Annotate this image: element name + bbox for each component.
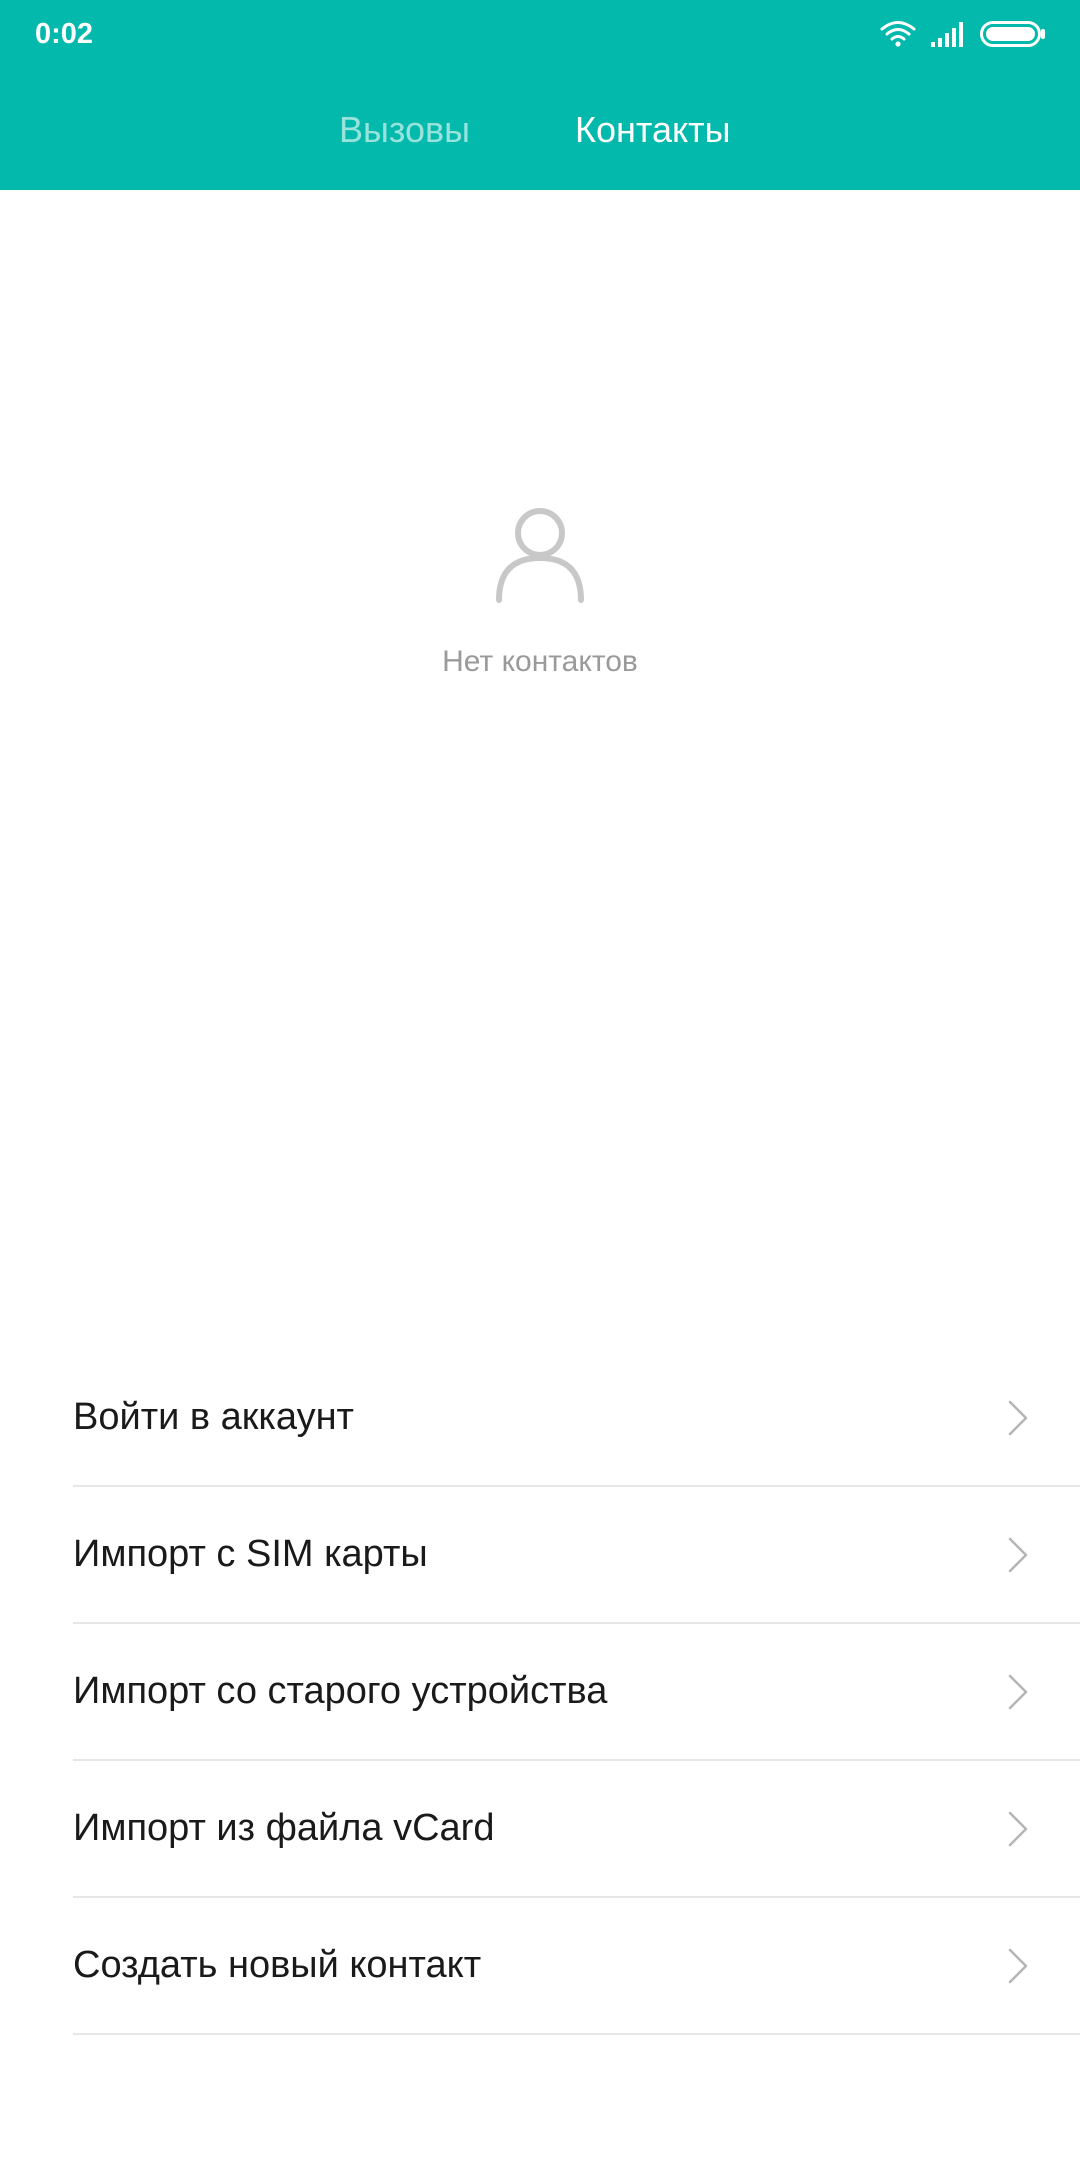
status-time: 0:02 [35, 18, 94, 50]
chevron-right-icon [1008, 1948, 1028, 1983]
battery-icon [980, 20, 1046, 48]
menu-item-sign-in[interactable]: Войти в аккаунт [73, 1350, 1080, 1487]
menu-item-label: Создать новый контакт [73, 1944, 482, 1986]
status-icons [880, 18, 1046, 50]
menu-item-import-sim[interactable]: Импорт с SIM карты [73, 1487, 1080, 1624]
menu-item-import-old-device[interactable]: Импорт со старого устройства [73, 1624, 1080, 1761]
app-header: 0:02 Вызовы Контакты [0, 0, 1080, 190]
wifi-icon [880, 20, 916, 48]
chevron-right-icon [1008, 1674, 1028, 1709]
contacts-menu: Войти в аккаунт Импорт с SIM карты Импор… [73, 1350, 1080, 2035]
menu-item-label: Импорт с SIM карты [73, 1533, 428, 1575]
chevron-right-icon [1008, 1400, 1028, 1435]
tab-contacts[interactable]: Контакты [575, 100, 731, 160]
person-icon [496, 508, 584, 603]
menu-item-create-contact[interactable]: Создать новый контакт [73, 1898, 1080, 2035]
menu-item-label: Войти в аккаунт [73, 1396, 354, 1438]
signal-icon [930, 20, 966, 48]
menu-item-label: Импорт из файла vCard [73, 1807, 495, 1849]
tab-bar: Вызовы Контакты [0, 100, 1080, 160]
chevron-right-icon [1008, 1537, 1028, 1572]
chevron-right-icon [1008, 1811, 1028, 1846]
empty-state: Нет контактов [0, 500, 1080, 682]
menu-item-label: Импорт со старого устройства [73, 1670, 608, 1712]
empty-state-text: Нет контактов [442, 645, 638, 678]
menu-item-import-vcard[interactable]: Импорт из файла vCard [73, 1761, 1080, 1898]
tab-calls[interactable]: Вызовы [339, 100, 470, 160]
